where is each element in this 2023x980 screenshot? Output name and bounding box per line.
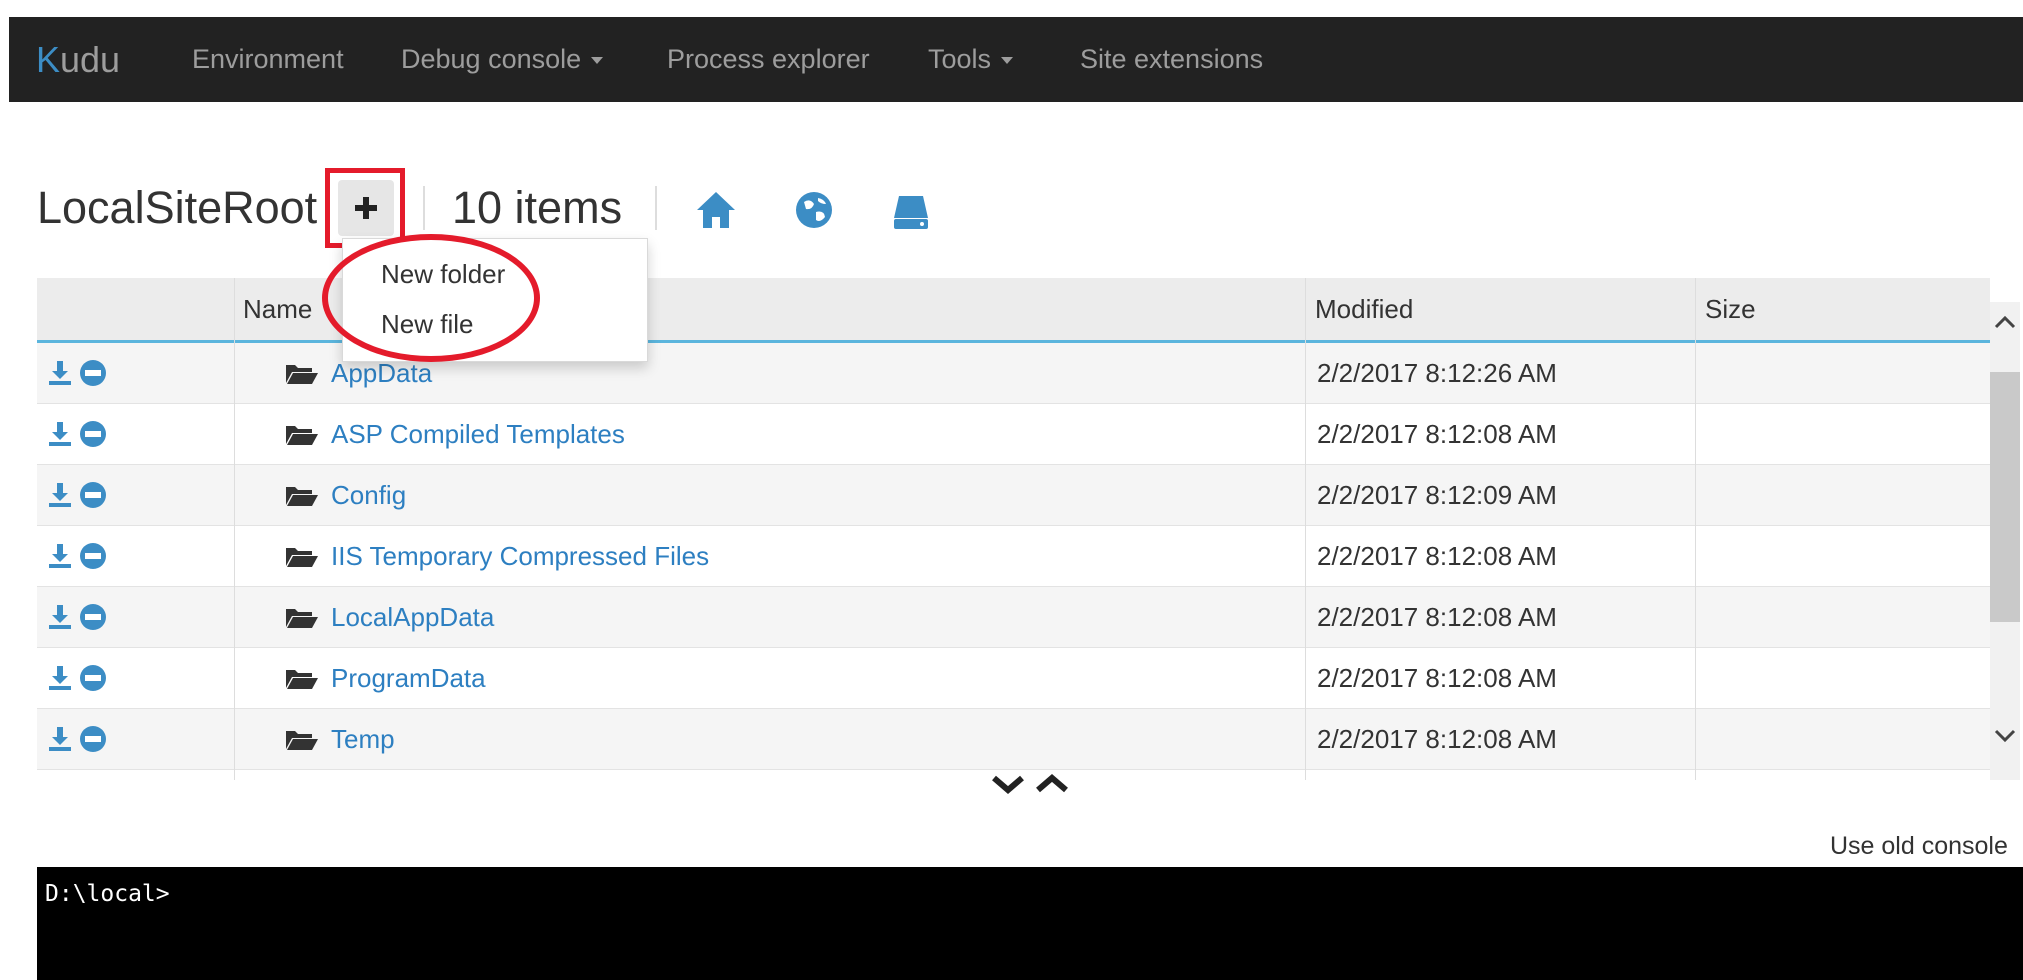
folder-open-icon [286,365,318,384]
nav-site-extensions[interactable]: Site extensions [1080,17,1263,102]
scrollbar-thumb[interactable] [1990,372,2020,622]
file-link[interactable]: LocalAppData [285,587,494,647]
file-link[interactable]: Temp [285,709,395,769]
nav-tools[interactable]: Tools [928,17,1014,102]
modified-cell: 2/2/2017 8:12:09 AM [1317,480,1557,510]
row-actions [47,648,107,708]
row-actions [47,709,107,769]
file-table: Name Modified Size AppData 2/2/2017 8:12… [37,278,1990,780]
column-divider [1695,278,1696,780]
top-navbar: Kudu Environment Debug console Process e… [9,17,2023,102]
folder-open-icon [286,731,318,750]
row-actions [47,526,107,586]
row-actions [47,587,107,647]
row-actions [47,343,107,403]
modified-cell: 2/2/2017 8:12:08 AM [1317,419,1557,449]
folder-open-icon [286,670,318,689]
nav-environment[interactable]: Environment [192,17,344,102]
table-row[interactable]: Config 2/2/2017 8:12:09 AM [37,465,1990,526]
divider [423,186,425,230]
divider [655,186,657,230]
column-divider [234,278,235,780]
download-icon[interactable] [47,421,73,447]
download-icon[interactable] [47,604,73,630]
scroll-up-icon[interactable] [1992,312,2018,332]
chevron-up-icon[interactable] [1034,772,1070,796]
console-prompt: D:\local> [45,881,170,907]
modified-cell: 2/2/2017 8:12:08 AM [1317,541,1557,571]
folder-open-icon [286,487,318,506]
file-link[interactable]: ASP Compiled Templates [285,404,625,464]
chevron-down-icon[interactable] [990,772,1026,796]
delete-icon[interactable] [79,481,107,509]
home-icon[interactable] [695,190,737,230]
delete-icon[interactable] [79,359,107,387]
modified-cell: 2/2/2017 8:12:26 AM [1317,358,1557,388]
use-old-console-link[interactable]: Use old console [1830,832,2008,861]
delete-icon[interactable] [79,664,107,692]
page-title: LocalSiteRoot [37,182,318,233]
column-modified[interactable]: Modified [1315,278,1413,340]
drive-icon[interactable] [892,192,930,232]
folder-open-icon [286,426,318,445]
file-link[interactable]: Config [285,465,406,525]
nav-process-explorer[interactable]: Process explorer [667,17,870,102]
table-row[interactable]: AppData 2/2/2017 8:12:26 AM [37,343,1990,404]
download-icon[interactable] [47,726,73,752]
table-row[interactable]: LocalAppData 2/2/2017 8:12:08 AM [37,587,1990,648]
highlight-ellipse [322,234,540,362]
row-actions [47,465,107,525]
caret-down-icon [1001,57,1014,65]
globe-icon[interactable] [794,190,834,230]
file-link[interactable]: IIS Temporary Compressed Files [285,526,709,586]
column-divider [1305,278,1306,780]
download-icon[interactable] [47,543,73,569]
modified-cell: 2/2/2017 8:12:08 AM [1317,663,1557,693]
item-count: 10 items [452,182,623,233]
modified-cell: 2/2/2017 8:12:08 AM [1317,724,1557,754]
highlight-box [325,168,405,248]
nav-debug-console[interactable]: Debug console [401,17,604,102]
folder-open-icon [286,548,318,567]
delete-icon[interactable] [79,725,107,753]
file-link[interactable]: ProgramData [285,648,486,708]
table-row[interactable]: ASP Compiled Templates 2/2/2017 8:12:08 … [37,404,1990,465]
modified-cell: 2/2/2017 8:12:08 AM [1317,602,1557,632]
table-row[interactable]: IIS Temporary Compressed Files 2/2/2017 … [37,526,1990,587]
caret-down-icon [591,57,604,65]
delete-icon[interactable] [79,542,107,570]
column-name[interactable]: Name [243,278,312,340]
delete-icon[interactable] [79,420,107,448]
column-size[interactable]: Size [1705,278,1756,340]
console-panel[interactable]: D:\local> [37,867,2023,980]
scroll-down-icon[interactable] [1992,726,2018,746]
download-icon[interactable] [47,482,73,508]
row-actions [47,404,107,464]
table-row[interactable]: ProgramData 2/2/2017 8:12:08 AM [37,648,1990,709]
folder-open-icon [286,609,318,628]
download-icon[interactable] [47,665,73,691]
delete-icon[interactable] [79,603,107,631]
kudu-logo[interactable]: Kudu [36,17,120,102]
download-icon[interactable] [47,360,73,386]
table-row[interactable]: Temp 2/2/2017 8:12:08 AM [37,709,1990,770]
